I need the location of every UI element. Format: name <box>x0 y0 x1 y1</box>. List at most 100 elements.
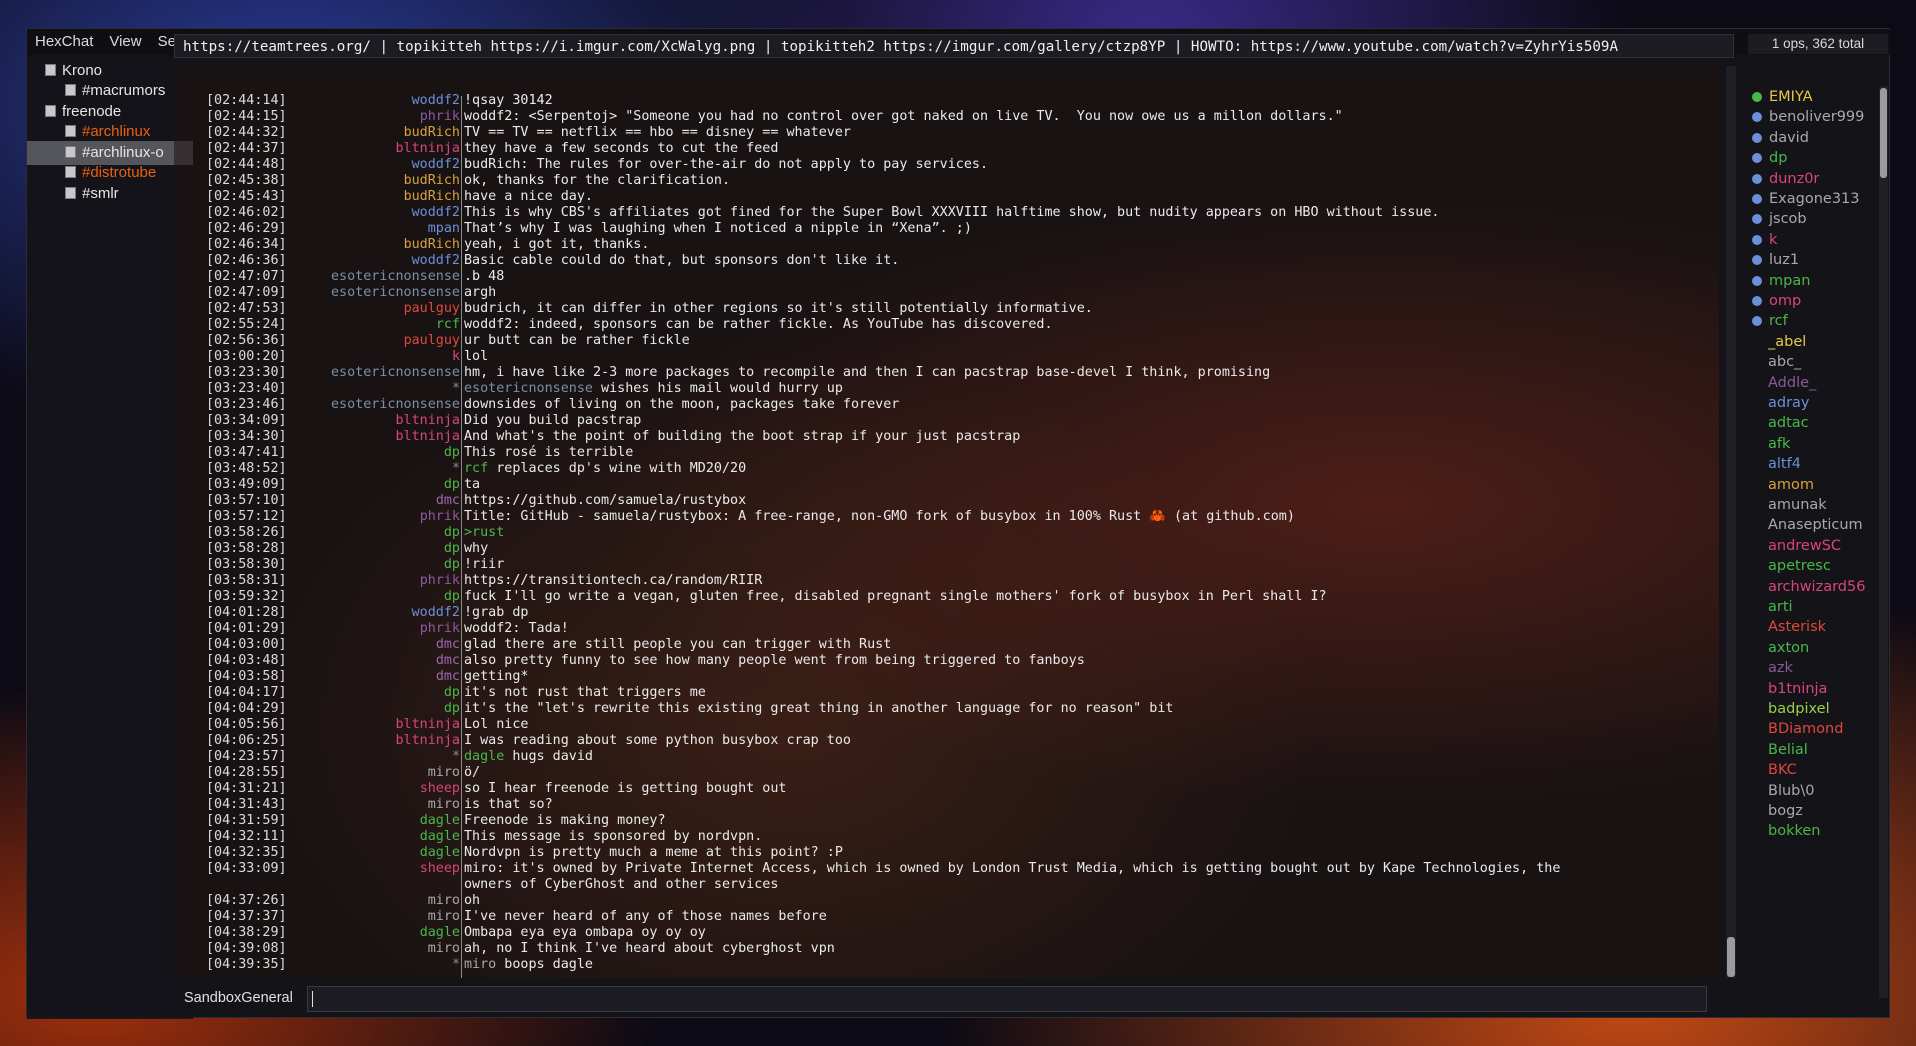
user-list-item[interactable]: abc_ <box>1768 351 1801 373</box>
user-list-item[interactable]: EMIYA <box>1752 86 1813 108</box>
nick[interactable]: * <box>452 957 460 973</box>
nick[interactable]: paulguy <box>404 301 460 317</box>
nick[interactable]: bltninja <box>396 717 461 733</box>
nick[interactable]: phrik <box>420 621 460 637</box>
nick[interactable]: phrik <box>420 509 460 525</box>
nick[interactable]: dp <box>444 701 460 717</box>
menu-view[interactable]: View <box>101 29 149 55</box>
user-list-item[interactable]: dp <box>1752 147 1787 169</box>
nick[interactable]: esotericnonsense <box>331 397 460 413</box>
user-list-item[interactable]: bokken <box>1768 820 1820 842</box>
user-list-item[interactable]: jscob <box>1752 208 1807 230</box>
nick[interactable]: dagle <box>420 829 460 845</box>
user-list-item[interactable]: badpixel <box>1768 698 1830 720</box>
user-list-item[interactable]: david <box>1752 127 1809 149</box>
userlist-scrollbar[interactable] <box>1879 86 1888 998</box>
nick[interactable]: dagle <box>420 845 460 861</box>
user-list-item[interactable]: adray <box>1768 392 1810 414</box>
nick[interactable]: dp <box>444 445 460 461</box>
nick[interactable]: k <box>452 349 460 365</box>
nick[interactable]: dagle <box>420 813 460 829</box>
nick[interactable]: woddf2 <box>412 93 460 109</box>
nick[interactable]: bltninja <box>396 733 461 749</box>
action-nick[interactable]: esotericnonsense <box>464 381 593 396</box>
user-list-item[interactable]: luz1 <box>1752 249 1799 271</box>
nick[interactable]: * <box>452 749 460 765</box>
nick[interactable]: sheep <box>420 781 460 797</box>
user-list-item[interactable]: amom <box>1768 474 1814 496</box>
nick[interactable]: bltninja <box>396 429 461 445</box>
user-list-item[interactable]: Anasepticum <box>1768 514 1863 536</box>
user-list-item[interactable]: Belial <box>1768 739 1808 761</box>
nick[interactable]: phrik <box>420 109 460 125</box>
user-list[interactable]: EMIYA benoliver999 david dp dunz0r Exagone313… <box>1748 86 1878 998</box>
nick[interactable]: dp <box>444 589 460 605</box>
nick[interactable]: * <box>452 461 460 477</box>
nick[interactable]: dp <box>444 477 460 493</box>
user-list-item[interactable]: axton <box>1768 637 1809 659</box>
nick[interactable]: budRich <box>404 125 460 141</box>
chat-scrollbar-thumb[interactable] <box>1727 937 1735 977</box>
user-list-item[interactable]: benoliver999 <box>1752 106 1864 128</box>
chat-log[interactable]: [02:44:14] woddf2 !qsay 30142 [02:44:15] phr… <box>174 66 1719 978</box>
nick[interactable]: sheep <box>420 861 460 877</box>
user-list-item[interactable]: rcf <box>1752 310 1788 332</box>
nick[interactable]: bltninja <box>396 413 461 429</box>
nick[interactable]: miro <box>428 941 460 957</box>
user-list-item[interactable]: Blub\0 <box>1768 780 1814 802</box>
userlist-scrollbar-thumb[interactable] <box>1880 88 1887 178</box>
nick[interactable]: miro <box>428 909 460 925</box>
user-list-item[interactable]: k <box>1752 229 1777 251</box>
user-list-item[interactable]: Asterisk <box>1768 616 1826 638</box>
nick[interactable]: miro <box>428 797 460 813</box>
menu-hexchat[interactable]: HexChat <box>27 29 101 55</box>
nick[interactable]: * <box>452 381 460 397</box>
user-list-item[interactable]: omp <box>1752 290 1801 312</box>
user-list-item[interactable]: afk <box>1768 433 1790 455</box>
user-list-item[interactable]: mpan <box>1752 270 1810 292</box>
nick[interactable]: esotericnonsense <box>331 269 460 285</box>
user-list-item[interactable]: amunak <box>1768 494 1827 516</box>
user-list-item[interactable]: arti <box>1768 596 1793 618</box>
nick[interactable]: dp <box>444 525 460 541</box>
message-input[interactable] <box>307 986 1707 1012</box>
nick[interactable]: paulguy <box>404 333 460 349</box>
user-list-item[interactable]: azk <box>1768 657 1793 679</box>
nick[interactable]: esotericnonsense <box>331 365 460 381</box>
user-list-item[interactable]: _abel <box>1768 331 1806 353</box>
user-list-item[interactable]: b1tninja <box>1768 678 1827 700</box>
user-list-item[interactable]: Exagone313 <box>1752 188 1860 210</box>
action-nick[interactable]: dagle <box>464 749 504 764</box>
nick[interactable]: woddf2 <box>412 157 460 173</box>
user-list-item[interactable]: altf4 <box>1768 453 1801 475</box>
nick[interactable]: esotericnonsense <box>331 285 460 301</box>
chat-scrollbar[interactable] <box>1726 66 1736 978</box>
tree-channel[interactable]: #smlr <box>27 182 193 206</box>
action-nick[interactable]: miro <box>464 957 496 972</box>
channel-topic[interactable]: https://teamtrees.org/ | topikitteh http… <box>174 34 1734 58</box>
nick-button[interactable]: SandboxGeneral <box>184 990 293 1006</box>
nick[interactable]: woddf2 <box>412 253 460 269</box>
nick[interactable]: woddf2 <box>412 605 460 621</box>
user-list-item[interactable]: andrewSC <box>1768 535 1841 557</box>
nick[interactable]: mpan <box>428 221 460 237</box>
nick[interactable]: woddf2 <box>412 205 460 221</box>
nick[interactable]: dp <box>444 541 460 557</box>
user-list-item[interactable]: adtac <box>1768 412 1809 434</box>
user-list-item[interactable]: BDiamond <box>1768 718 1843 740</box>
nick[interactable]: dmc <box>436 493 460 509</box>
user-list-item[interactable]: apetresc <box>1768 555 1831 577</box>
user-list-item[interactable]: archwizard56 <box>1768 576 1865 598</box>
user-list-item[interactable]: Addle_ <box>1768 372 1816 394</box>
nick[interactable]: bltninja <box>396 141 461 157</box>
nick[interactable]: dagle <box>420 925 460 941</box>
nick[interactable]: budRich <box>404 237 460 253</box>
nick[interactable]: dp <box>444 557 460 573</box>
user-list-item[interactable]: dunz0r <box>1752 168 1819 190</box>
nick[interactable]: phrik <box>420 573 460 589</box>
user-list-item[interactable]: bogz <box>1768 800 1803 822</box>
nick[interactable]: dmc <box>436 669 460 685</box>
nick[interactable]: budRich <box>404 173 460 189</box>
nick[interactable]: rcf <box>436 317 460 333</box>
nick[interactable]: dmc <box>436 637 460 653</box>
